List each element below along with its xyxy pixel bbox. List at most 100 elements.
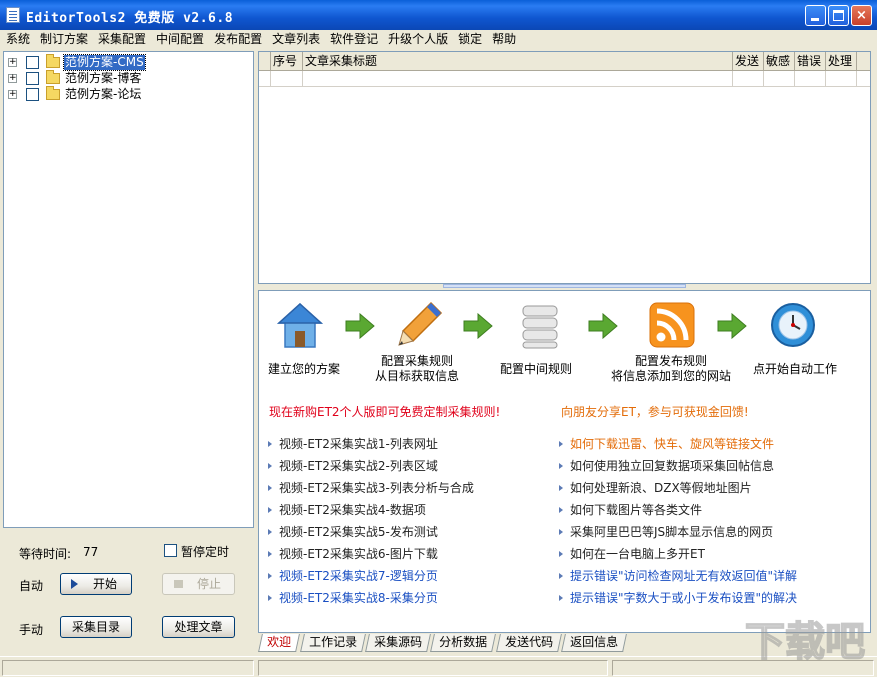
link-text: 视频-ET2采集实战1-列表网址 <box>279 437 438 451</box>
welcome-panel: 建立您的方案 配置采集规则 从目标获取信息 配置中间规则 配置发布规则 将信息添… <box>258 290 871 633</box>
rss-icon[interactable] <box>648 301 698 351</box>
step-label-publish-rules[interactable]: 配置发布规则 将信息添加到您的网站 <box>606 354 736 384</box>
tree-item-forum[interactable]: + 范例方案-论坛 <box>4 86 244 102</box>
menu-register[interactable]: 软件登记 <box>325 30 383 49</box>
tab-analysis-data[interactable]: 分析数据 <box>430 634 496 652</box>
column-header-sent[interactable]: 发送 <box>733 52 764 71</box>
maximize-icon <box>833 10 844 21</box>
column-header-process[interactable]: 处理 <box>826 52 857 71</box>
collect-catalog-button[interactable]: 采集目录 <box>60 616 132 638</box>
list-item[interactable]: 视频-ET2采集实战5-发布测试 <box>268 521 548 543</box>
menu-middle-config[interactable]: 中间配置 <box>151 30 209 49</box>
close-button[interactable]: × <box>851 5 872 26</box>
link-text: 如何处理新浪、DZX等假地址图片 <box>570 481 752 495</box>
list-item[interactable]: 如何处理新浪、DZX等假地址图片 <box>559 477 859 499</box>
tab-work-log[interactable]: 工作记录 <box>300 634 366 652</box>
menu-bar: 系统 制订方案 采集配置 中间配置 发布配置 文章列表 软件登记 升级个人版 锁定 帮助 <box>0 30 877 49</box>
tree-checkbox[interactable] <box>26 88 39 101</box>
bullet-icon <box>268 529 272 535</box>
list-item[interactable]: 如何在一台电脑上多开ET <box>559 543 859 565</box>
list-item[interactable]: 视频-ET2采集实战3-列表分析与合成 <box>268 477 548 499</box>
list-item[interactable]: 视频-ET2采集实战1-列表网址 <box>268 433 548 455</box>
title-bar[interactable]: EditorTools2 免费版 v2.6.8 × <box>0 0 877 30</box>
tree-item-blog[interactable]: + 范例方案-博客 <box>4 70 244 86</box>
menu-article-list[interactable]: 文章列表 <box>267 30 325 49</box>
list-item[interactable]: 视频-ET2采集实战2-列表区域 <box>268 455 548 477</box>
column-header-index[interactable]: 序号 <box>271 52 303 71</box>
clock-icon[interactable] <box>769 301 819 351</box>
step-label-collect-rules[interactable]: 配置采集规则 从目标获取信息 <box>372 354 462 384</box>
step-label-start-work[interactable]: 点开始自动工作 <box>753 362 837 377</box>
list-item[interactable]: 提示错误"访问检查网址无有效返回值"详解 <box>559 565 859 587</box>
app-document-icon <box>6 7 20 23</box>
menu-upgrade[interactable]: 升级个人版 <box>383 30 453 49</box>
link-text: 视频-ET2采集实战6-图片下载 <box>279 547 438 561</box>
menu-help[interactable]: 帮助 <box>487 30 521 49</box>
tab-label: 工作记录 <box>309 635 358 649</box>
tree-checkbox[interactable] <box>26 56 39 69</box>
column-header-title[interactable]: 文章采集标题 <box>303 52 733 71</box>
promo-share[interactable]: 向朋友分享ET，参与可获现金回馈! <box>561 403 749 420</box>
list-item[interactable]: 如何下载图片等各类文件 <box>559 499 859 521</box>
step-label-middle-rules[interactable]: 配置中间规则 <box>500 362 572 377</box>
bullet-icon <box>268 595 272 601</box>
link-text: 视频-ET2采集实战2-列表区域 <box>279 459 438 473</box>
expand-icon[interactable]: + <box>8 74 17 83</box>
link-text: 提示错误"字数大于或小于发布设置"的解决 <box>570 591 798 605</box>
process-article-button[interactable]: 处理文章 <box>162 616 235 638</box>
pencil-icon[interactable] <box>395 299 445 349</box>
list-item[interactable]: 采集阿里巴巴等JS脚本显示信息的网页 <box>559 521 859 543</box>
tab-return-info[interactable]: 返回信息 <box>561 634 627 652</box>
bullet-icon <box>559 529 563 535</box>
window-title: EditorTools2 免费版 v2.6.8 <box>26 11 234 26</box>
folder-icon <box>46 54 60 68</box>
list-item[interactable]: 视频-ET2采集实战4-数据项 <box>268 499 548 521</box>
bullet-icon <box>268 507 272 513</box>
arrow-right-icon <box>345 313 375 339</box>
menu-plan[interactable]: 制订方案 <box>35 30 93 49</box>
maximize-button[interactable] <box>828 5 849 26</box>
table-row[interactable] <box>259 71 870 87</box>
minimize-button[interactable] <box>805 5 826 26</box>
tree-item-label[interactable]: 范例方案-博客 <box>64 71 142 86</box>
close-icon: × <box>856 8 867 23</box>
expand-icon[interactable]: + <box>8 58 17 67</box>
plan-tree[interactable]: + 范例方案-CMS + 范例方案-博客 + 范例方案-论坛 <box>3 51 254 528</box>
list-item[interactable]: 视频-ET2采集实战8-采集分页 <box>268 587 548 609</box>
panel-splitter[interactable] <box>258 284 871 288</box>
app-window: EditorTools2 免费版 v2.6.8 × 系统 制订方案 采集配置 中间配置… <box>0 0 877 677</box>
list-item[interactable]: 如何下载迅雷、快车、旋风等链接文件 <box>559 433 859 455</box>
pause-timer-checkbox[interactable] <box>164 544 177 557</box>
tree-checkbox[interactable] <box>26 72 39 85</box>
column-header-error[interactable]: 错误 <box>795 52 826 71</box>
menu-system[interactable]: 系统 <box>0 30 35 49</box>
list-item[interactable]: 如何使用独立回复数据项采集回帖信息 <box>559 455 859 477</box>
tab-welcome[interactable]: 欢迎 <box>258 634 300 652</box>
bullet-icon <box>559 507 563 513</box>
menu-collect-config[interactable]: 采集配置 <box>93 30 151 49</box>
stop-button[interactable]: 停止 <box>162 573 235 595</box>
list-item[interactable]: 视频-ET2采集实战7-逻辑分页 <box>268 565 548 587</box>
menu-publish-config[interactable]: 发布配置 <box>209 30 267 49</box>
splitter-handle[interactable] <box>443 284 686 288</box>
bullet-icon <box>559 441 563 447</box>
house-icon[interactable] <box>275 301 325 351</box>
tree-item-label[interactable]: 范例方案-论坛 <box>64 87 142 102</box>
minimize-icon <box>811 18 819 21</box>
arrow-right-icon <box>717 313 747 339</box>
step-label-line: 从目标获取信息 <box>374 369 459 383</box>
promo-personal-edition[interactable]: 现在新购ET2个人版即可免费定制采集规则! <box>269 403 500 420</box>
pause-timer-label[interactable]: 暂停定时 <box>181 543 229 560</box>
database-icon[interactable] <box>515 300 565 350</box>
tree-item-cms[interactable]: + 范例方案-CMS <box>4 54 244 71</box>
column-header-sensitive[interactable]: 敏感 <box>764 52 795 71</box>
tab-send-code[interactable]: 发送代码 <box>496 634 562 652</box>
article-grid[interactable]: 序号 文章采集标题 发送 敏感 错误 处理 <box>258 51 871 284</box>
menu-lock[interactable]: 锁定 <box>453 30 487 49</box>
tree-item-label[interactable]: 范例方案-CMS <box>63 54 146 71</box>
step-label-create-plan[interactable]: 建立您的方案 <box>268 362 340 377</box>
start-button[interactable]: 开始 <box>60 573 132 595</box>
list-item[interactable]: 视频-ET2采集实战6-图片下载 <box>268 543 548 565</box>
expand-icon[interactable]: + <box>8 90 17 99</box>
tab-source-code[interactable]: 采集源码 <box>365 634 431 652</box>
